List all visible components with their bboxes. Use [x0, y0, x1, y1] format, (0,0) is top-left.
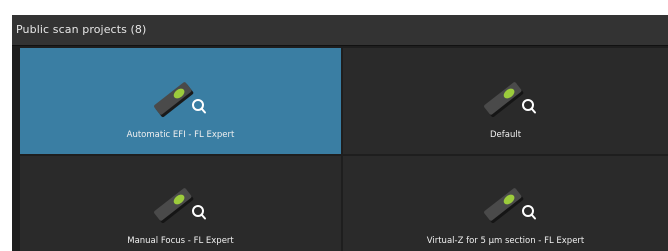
panel-title: Public scan projects (8) — [16, 23, 147, 36]
slide-search-icon — [484, 82, 536, 118]
tile-label: Virtual-Z for 5 µm section - FL Expert — [426, 236, 585, 246]
tile-label: Manual Focus - FL Expert — [127, 236, 234, 246]
project-grid: Automatic EFI - FL Expert Default Manual… — [20, 48, 668, 251]
tile-label: Automatic EFI - FL Expert — [126, 130, 235, 140]
tile-label: Default — [489, 130, 522, 140]
scan-projects-panel: Public scan projects (8) Automatic EFI -… — [12, 15, 668, 251]
slide-search-icon — [484, 188, 536, 224]
panel-header: Public scan projects (8) — [12, 15, 668, 46]
project-tile-automatic-efi[interactable]: Automatic EFI - FL Expert — [20, 48, 341, 154]
project-tile-virtual-z[interactable]: Virtual-Z for 5 µm section - FL Expert — [343, 156, 668, 251]
project-tile-manual-focus[interactable]: Manual Focus - FL Expert — [20, 156, 341, 251]
slide-search-icon — [154, 82, 206, 118]
project-tile-default[interactable]: Default — [343, 48, 668, 154]
slide-search-icon — [154, 188, 206, 224]
